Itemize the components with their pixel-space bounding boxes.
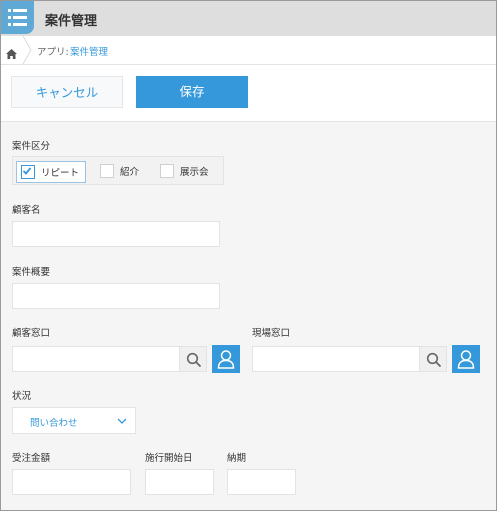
checkmark-icon: [22, 167, 32, 175]
customer-contact-search-button[interactable]: [179, 346, 207, 372]
site-contact-label: 現場窓口: [252, 328, 291, 339]
app-window: 案件管理 アプリ: 案件管理 キャンセル 保存 案件区分 リピート 紹介 展示会…: [0, 0, 497, 511]
checkbox-label: リピート: [41, 168, 80, 179]
customer-name-field[interactable]: [12, 221, 220, 247]
user-icon: [217, 350, 235, 369]
list-icon[interactable]: [1, 1, 34, 34]
start-date-field[interactable]: [145, 469, 214, 495]
action-bar: キャンセル 保存: [1, 65, 496, 122]
start-date-label: 施行開始日: [145, 453, 193, 464]
deadline-label: 納期: [227, 453, 247, 464]
checkbox-label: 展示会: [180, 167, 209, 178]
save-button[interactable]: 保存: [136, 76, 248, 108]
breadcrumb-prefix: アプリ:: [37, 47, 69, 58]
search-icon: [186, 352, 202, 368]
checkbox-label: 紹介: [120, 167, 140, 178]
summary-field[interactable]: [12, 283, 220, 309]
app-header: 案件管理: [1, 1, 496, 36]
breadcrumb-separator: [22, 36, 32, 64]
category-label: 案件区分: [12, 141, 51, 152]
checkbox-unchecked[interactable]: [100, 164, 114, 178]
status-dropdown[interactable]: 問い合わせ: [12, 407, 136, 434]
order-amount-field[interactable]: [12, 469, 131, 495]
checkbox-unchecked[interactable]: [160, 164, 174, 178]
checkbox-exhibition[interactable]: 展示会: [156, 161, 216, 181]
status-selected-value: 問い合わせ: [30, 418, 78, 429]
category-checkbox-group: リピート 紹介 展示会: [12, 156, 224, 185]
search-icon: [426, 352, 442, 368]
customer-contact-user-button[interactable]: [212, 345, 240, 373]
customer-contact-label: 顧客窓口: [12, 328, 51, 339]
checkbox-checked[interactable]: [21, 165, 35, 179]
breadcrumb-app-link[interactable]: 案件管理: [70, 44, 108, 58]
chevron-down-icon: [117, 418, 127, 424]
customer-contact-field[interactable]: [12, 346, 180, 372]
status-label: 状況: [12, 391, 32, 402]
page-title: 案件管理: [45, 14, 98, 29]
site-contact-field[interactable]: [252, 346, 420, 372]
site-contact-search-button[interactable]: [419, 346, 447, 372]
deadline-field[interactable]: [227, 469, 296, 495]
site-contact-user-button[interactable]: [452, 345, 480, 373]
order-amount-label: 受注金額: [12, 453, 51, 464]
checkbox-repeat[interactable]: リピート: [16, 161, 86, 183]
user-icon: [457, 350, 475, 369]
checkbox-referral[interactable]: 紹介: [96, 161, 146, 181]
summary-label: 案件概要: [12, 267, 51, 278]
home-icon[interactable]: [6, 44, 17, 63]
cancel-button[interactable]: キャンセル: [11, 76, 123, 108]
customer-name-label: 顧客名: [12, 205, 41, 216]
breadcrumb: アプリ: 案件管理: [1, 36, 496, 65]
